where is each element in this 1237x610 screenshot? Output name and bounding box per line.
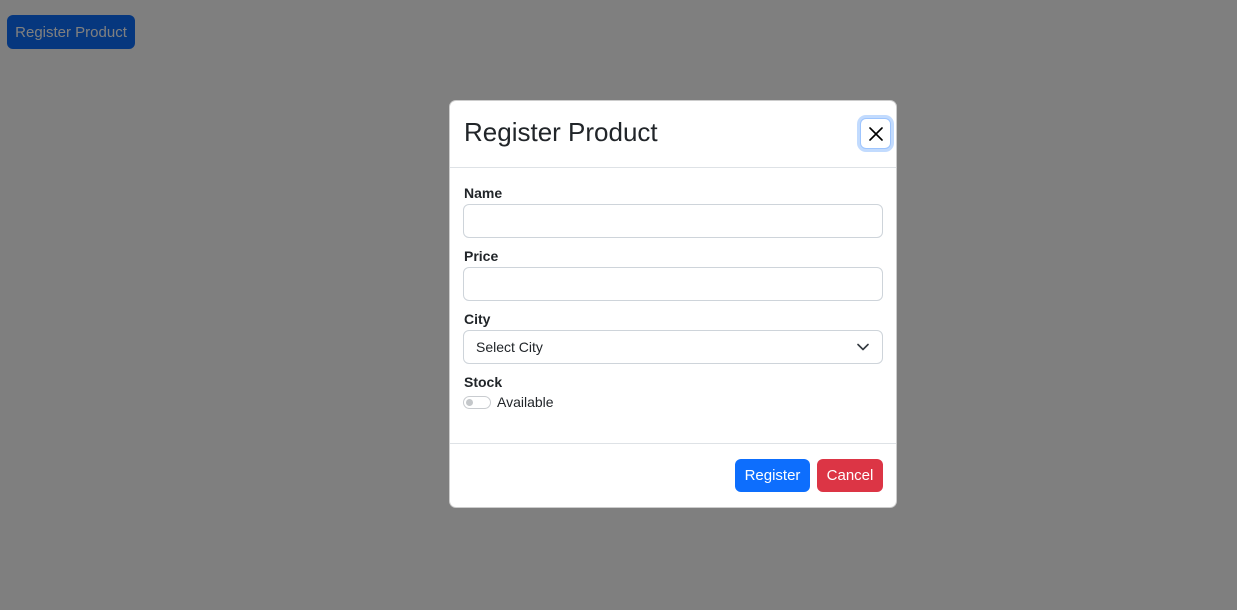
modal-header: Register Product	[450, 101, 896, 168]
available-label[interactable]: Available	[497, 394, 554, 410]
city-select[interactable]: Select City	[463, 330, 883, 364]
toggle-knob	[466, 398, 473, 406]
register-button[interactable]: Register	[735, 459, 810, 492]
name-input[interactable]	[463, 204, 883, 238]
cancel-button[interactable]: Cancel	[817, 459, 883, 492]
city-select-value: Select City	[476, 339, 543, 355]
price-input[interactable]	[463, 267, 883, 301]
chevron-down-icon	[856, 340, 870, 354]
modal-body: Name Price City Select City Stock Availa…	[450, 168, 896, 444]
city-label: City	[464, 311, 491, 327]
stock-switch-row: Available	[463, 394, 554, 410]
register-product-dialog: Register Product Name Price City Select …	[449, 100, 897, 508]
name-label: Name	[464, 185, 503, 201]
close-icon	[868, 126, 884, 142]
available-toggle[interactable]	[463, 395, 491, 409]
close-button[interactable]	[860, 118, 891, 149]
modal-footer: Register Cancel	[450, 444, 896, 507]
stock-label: Stock	[464, 374, 503, 390]
price-label: Price	[464, 248, 499, 264]
modal-title: Register Product	[464, 117, 658, 147]
